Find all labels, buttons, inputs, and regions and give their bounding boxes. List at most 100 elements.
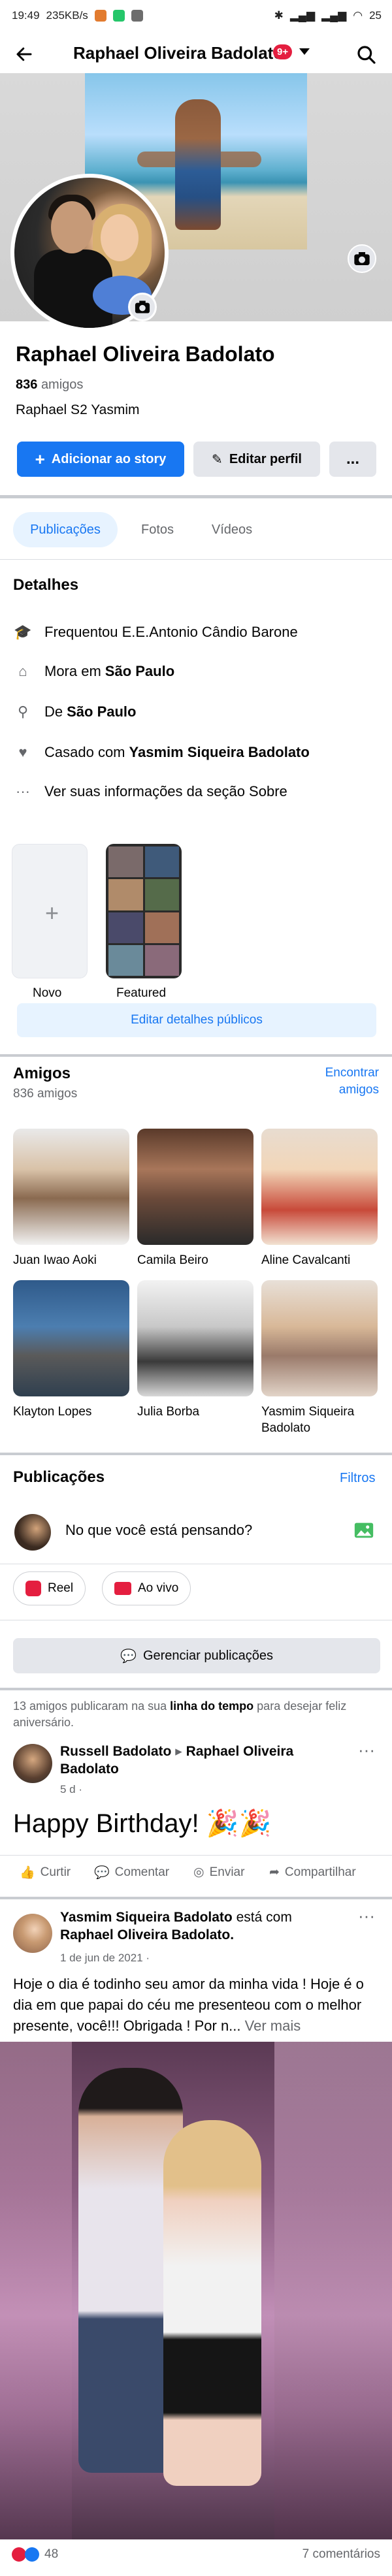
friend-card[interactable]: Juan Iwao Aoki [13,1129,129,1269]
edit-cover-camera-icon[interactable] [348,244,376,273]
pencil-icon: ✎ [212,452,223,467]
battery-level: 25 [369,9,382,22]
signal-icon: ▂▄▆ [289,9,316,22]
plus-icon: + [45,899,59,926]
bluetooth-icon: ✱ [274,9,284,22]
posts-title: Publicações [13,1468,105,1486]
divider [0,1453,392,1455]
details-title: Detalhes [13,576,79,594]
friend-photo [13,1129,129,1245]
plus-icon: + [35,449,45,469]
search-icon[interactable] [356,44,377,65]
friend-photo [13,1280,129,1396]
see-about-info-link[interactable]: ··· Ver suas informações da seção Sobre [13,779,287,805]
signal-icon: ▂▄▆ [321,9,347,22]
back-arrow-icon[interactable] [14,44,34,64]
location-pin-icon: ⚲ [17,703,29,720]
friend-name: Camila Beiro [137,1253,208,1267]
featured-story-card[interactable] [106,844,182,978]
comments-count[interactable]: 7 comentários [302,2547,380,2562]
divider [0,1054,392,1057]
post-composer[interactable]: No que você está pensando? [65,1522,252,1539]
more-dots-icon: ··· [16,783,30,799]
more-options-button[interactable]: ... [329,442,376,477]
detail-from: ⚲ De São Paulo [13,699,137,725]
post-options-icon[interactable]: ··· [358,1740,375,1760]
send-button[interactable]: ◎ Enviar [193,1865,244,1880]
cover-figure [175,99,221,230]
like-reaction-icon [25,2547,39,2562]
reel-button[interactable]: Reel [13,1571,86,1605]
friend-name: Aline Cavalcanti [261,1253,351,1267]
post-timestamp: 5 d · [60,1783,83,1795]
new-story-label: Novo [33,986,62,1000]
comment-button[interactable]: 💬 Comentar [94,1865,169,1880]
new-story-card[interactable]: + [12,844,88,978]
reel-icon [25,1581,41,1596]
notification-badge[interactable]: 9+ [273,44,293,59]
divider [0,1897,392,1899]
avatar[interactable] [13,1914,52,1953]
avatar [14,1514,51,1551]
live-button[interactable]: Ao vivo [102,1571,191,1605]
tab-posts[interactable]: Publicações [13,512,118,547]
detail-education: 🎓 Frequentou E.E.Antonio Cândio Barone [13,619,297,645]
post-text: Happy Birthday! 🎉🎉 [13,1809,272,1838]
chat-bubble-icon: 💬 [120,1649,137,1664]
like-button[interactable]: 👍 Curtir [20,1865,71,1880]
clock: 19:49 [12,9,40,22]
heart-reaction-icon [12,2547,26,2562]
friends-count[interactable]: 836 amigos [16,378,83,393]
share-icon: ➦ [269,1865,280,1879]
friend-card[interactable]: Aline Cavalcanti [261,1129,378,1269]
friends-count-text: 836 amigos [13,1087,78,1101]
friend-card[interactable]: Yasmim Siqueira Badolato [261,1280,378,1436]
add-to-story-button[interactable]: + Adicionar ao story [17,442,184,477]
post-author[interactable]: Yasmim Siqueira Badolato está com Raphae… [60,1908,348,1944]
friends-title: Amigos [13,1065,71,1082]
app-notification-icon [94,10,106,22]
friend-card[interactable]: Camila Beiro [137,1129,253,1269]
post-options-icon[interactable]: ··· [358,1906,375,1926]
birthday-notice: 13 amigos publicaram na sua linha do tem… [13,1699,347,1730]
share-button[interactable]: ➦ Compartilhar [269,1865,356,1880]
divider [0,1688,392,1690]
tab-photos[interactable]: Fotos [128,512,187,547]
detail-lives-in: ⌂ Mora em São Paulo [13,658,174,684]
post-text: Hoje o dia é todinho seu amor da minha v… [13,1976,364,2034]
status-bar: 19:49 235KB/s ✱ ▂▄▆ ▂▄▆ ◠ 25 [0,0,392,34]
heart-icon: ♥ [18,744,27,760]
friend-photo [261,1129,378,1245]
home-icon: ⌂ [18,663,27,679]
graduation-cap-icon: 🎓 [14,624,32,640]
friend-photo [137,1129,253,1245]
friend-photo [261,1280,378,1396]
filters-link[interactable]: Filtros [340,1471,375,1486]
see-more-link[interactable]: Ver mais [245,2018,301,2034]
video-camera-icon [114,1582,131,1595]
edit-avatar-camera-icon[interactable] [128,293,157,321]
detail-relationship: ♥ Casado com Yasmim Siqueira Badolato [13,739,309,765]
divider [0,559,392,560]
edit-public-details-button[interactable]: Editar detalhes públicos [17,1003,376,1037]
thumbs-up-icon: 👍 [20,1866,35,1880]
friend-name: Juan Iwao Aoki [13,1253,97,1267]
photo-icon[interactable] [353,1519,375,1541]
chevron-down-icon[interactable] [299,48,310,55]
reactions-summary[interactable]: 48 [12,2547,58,2562]
post-photo[interactable] [0,2042,392,2539]
avatar[interactable] [13,1744,52,1783]
post-timestamp: 1 de jun de 2021 · [60,1952,150,1964]
edit-profile-button[interactable]: ✎ Editar perfil [193,442,320,477]
featured-story-label: Featured [116,986,167,1000]
app-notification-icon [131,10,143,22]
friend-name: Klayton Lopes [13,1405,92,1419]
wifi-icon: ◠ [353,9,363,22]
tab-videos[interactable]: Vídeos [196,512,268,547]
post-author[interactable]: Russell Badolato ▸ Raphael Oliveira Bado… [60,1743,348,1779]
manage-posts-button[interactable]: 💬 Gerenciar publicações [13,1638,380,1673]
page-title: Raphael Oliveira Badolato [73,43,284,63]
find-friends-link[interactable]: Encontrar amigos [307,1065,379,1098]
friend-card[interactable]: Klayton Lopes [13,1280,129,1421]
friend-card[interactable]: Julia Borba [137,1280,253,1421]
